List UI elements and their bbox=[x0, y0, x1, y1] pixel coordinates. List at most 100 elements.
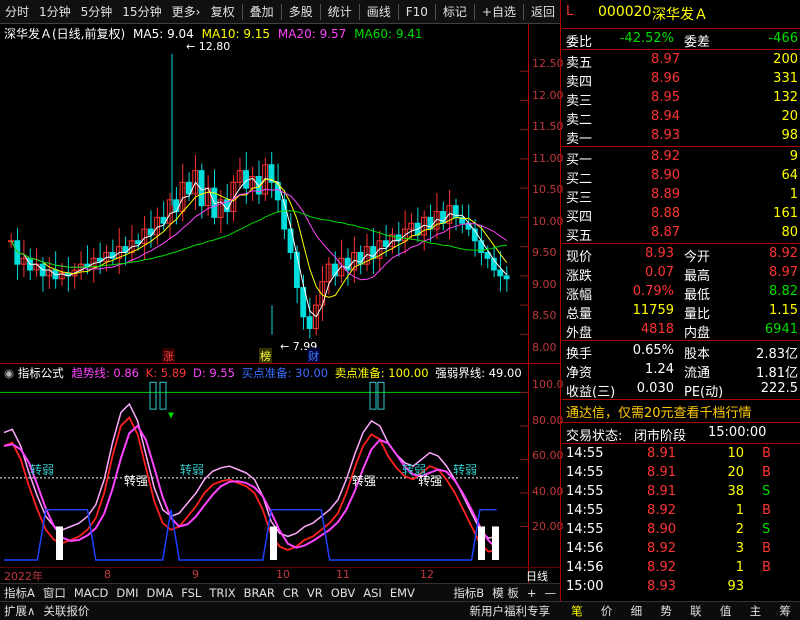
quote-tab[interactable]: 值 bbox=[716, 603, 736, 619]
toolbar-draw[interactable]: 画线 bbox=[362, 0, 396, 24]
toolbar-multi[interactable]: 多股 bbox=[284, 0, 318, 24]
stat-label: 净资 bbox=[566, 366, 593, 381]
price-tick: 8.50 bbox=[532, 309, 557, 322]
indicator-tick: 60.00 bbox=[532, 449, 564, 462]
bid-volume: 64 bbox=[781, 168, 798, 183]
related-quote-button[interactable]: 关联报价 bbox=[39, 603, 93, 619]
bid-volume: 80 bbox=[781, 225, 798, 240]
price-tick: 11.50 bbox=[532, 120, 564, 133]
tick-time: 14:55 bbox=[566, 484, 604, 499]
time-label-12: 12 bbox=[420, 568, 434, 581]
toolbar-overlay[interactable]: 叠加 bbox=[245, 0, 279, 24]
quote-tab[interactable]: 价 bbox=[597, 603, 617, 619]
quote-tab[interactable]: 势 bbox=[656, 603, 676, 619]
flag-finance[interactable]: 财 bbox=[307, 348, 320, 364]
signal-strong-2: 转强 bbox=[352, 474, 377, 488]
bid-row: 买二 8.90 64 bbox=[562, 167, 800, 187]
ma5-label: MA5: 9.04 bbox=[133, 27, 194, 41]
indicator-tab[interactable]: 窗口 bbox=[39, 585, 70, 601]
promo-text[interactable]: 通达信，仅需20元查看千档行情 bbox=[566, 402, 752, 421]
indicator-tab[interactable]: TRIX bbox=[205, 586, 239, 600]
indicator-chart[interactable] bbox=[0, 380, 528, 566]
tick-time: 14:55 bbox=[566, 522, 604, 537]
candle bbox=[255, 160, 262, 204]
flag-limit-up[interactable]: 涨 bbox=[162, 348, 175, 364]
candle bbox=[179, 163, 186, 222]
bid-level: 买五 bbox=[566, 229, 593, 244]
price-axis: 12.50 12.00 11.50 11.00 10.50 10.00 9.50 9.00 8.… bbox=[528, 24, 564, 364]
ask-price: 8.94 bbox=[651, 109, 680, 124]
indicator-tab[interactable]: DMA bbox=[143, 586, 178, 600]
price-tick: 12.50 bbox=[532, 57, 564, 70]
toolbar-more[interactable]: 更多› bbox=[167, 0, 206, 24]
indicator-tab[interactable]: MACD bbox=[70, 586, 112, 600]
tab-right-control[interactable]: 指标B bbox=[449, 585, 488, 601]
quote-tab[interactable]: 主 bbox=[746, 603, 766, 619]
toolbar-add-watchlist[interactable]: +自选 bbox=[477, 0, 521, 24]
indicator-tab[interactable]: ASI bbox=[359, 586, 386, 600]
panel-divider bbox=[0, 363, 560, 364]
tick-time: 15:00 bbox=[566, 579, 604, 594]
indicator-tab[interactable]: VR bbox=[303, 586, 327, 600]
quote-tab[interactable]: 细 bbox=[627, 603, 647, 619]
signal-bar bbox=[492, 526, 499, 560]
toolbar-mark[interactable]: 标记 bbox=[438, 0, 472, 24]
expand-button[interactable]: 扩展∧ bbox=[0, 603, 39, 619]
toolbar-tab-5min[interactable]: 5分钟 bbox=[76, 0, 118, 24]
toolbar-tab-timeshare[interactable]: 分时 bbox=[0, 0, 34, 24]
indicator-tab[interactable]: BRAR bbox=[240, 586, 279, 600]
indicator-tab[interactable]: CR bbox=[279, 586, 303, 600]
ask-row: 卖四 8.96 331 bbox=[562, 70, 800, 90]
indicator-tab[interactable]: DMI bbox=[112, 586, 142, 600]
bid-price: 8.92 bbox=[651, 149, 680, 164]
upgrade-promo[interactable]: 通达信，仅需20元查看千档行情 bbox=[562, 401, 800, 421]
candle bbox=[116, 227, 122, 275]
indicator-menu-icon[interactable]: ◉ bbox=[4, 366, 14, 380]
peak-marker bbox=[369, 381, 377, 410]
weicha-value: -466 bbox=[768, 31, 798, 46]
quote-separator bbox=[562, 243, 800, 244]
stat-label: 现价 bbox=[566, 250, 593, 265]
bid-price: 8.87 bbox=[651, 225, 680, 240]
promo-link[interactable]: 新用户福利专享 bbox=[466, 603, 555, 619]
toolbar-f10[interactable]: F10 bbox=[401, 0, 433, 24]
tab-right-control[interactable]: — bbox=[541, 586, 561, 600]
indicator-tab[interactable]: 指标A bbox=[0, 585, 39, 601]
stat-row: 外盘 4818 内盘 6941 bbox=[562, 321, 800, 341]
status-value: 闭市阶段 bbox=[634, 429, 687, 444]
toolbar-back[interactable]: 返回 bbox=[526, 0, 560, 24]
tick-row: 14:55 8.91 38 S bbox=[562, 483, 800, 502]
indicator-axis: 100.0 80.00 60.00 40.00 20.00 bbox=[528, 364, 564, 568]
stat-value: 222.5 bbox=[760, 381, 798, 396]
quote-separator bbox=[562, 28, 800, 29]
bid-row: 买四 8.88 161 bbox=[562, 205, 800, 225]
tab-right-control[interactable]: 模 板 bbox=[488, 585, 523, 601]
toolbar-stats[interactable]: 统计 bbox=[323, 0, 357, 24]
bid-volume: 161 bbox=[773, 206, 798, 221]
quote-tab[interactable]: 筹 bbox=[775, 603, 795, 619]
bid-row: 买五 8.87 80 bbox=[562, 224, 800, 244]
indicator-tab[interactable]: EMV bbox=[386, 586, 419, 600]
tab-right-control[interactable]: + bbox=[523, 586, 541, 600]
toolbar-adjust[interactable]: 复权 bbox=[206, 0, 240, 24]
price-chart[interactable] bbox=[0, 40, 528, 362]
candle bbox=[128, 224, 135, 263]
stat-label: 涨幅 bbox=[566, 288, 593, 303]
quote-tab[interactable]: 笔 bbox=[567, 603, 587, 619]
toolbar-tab-15min[interactable]: 15分钟 bbox=[117, 0, 166, 24]
indicator-tab[interactable]: OBV bbox=[327, 586, 359, 600]
period-label[interactable]: 日线 bbox=[526, 568, 548, 584]
tick-row: 15:00 8.93 93 bbox=[562, 578, 800, 597]
sell-ready-value: 卖点准备: 100.00 bbox=[334, 366, 429, 380]
stat-value: 8.92 bbox=[769, 246, 798, 261]
quote-tab[interactable]: 联 bbox=[686, 603, 706, 619]
quote-bottom-tabs: 笔价细势联值主筹 bbox=[562, 601, 800, 620]
stat-label: 换手 bbox=[566, 347, 593, 362]
flag-dragon-tiger[interactable]: 榜 bbox=[259, 348, 272, 364]
trade-status-row: 交易状态: 闭市阶段 15:00:00 bbox=[562, 424, 800, 444]
toolbar-tab-1min[interactable]: 1分钟 bbox=[34, 0, 76, 24]
candle bbox=[211, 169, 218, 225]
indicator-name[interactable]: 指标公式 bbox=[18, 366, 64, 380]
indicator-tab[interactable]: FSL bbox=[177, 586, 205, 600]
indicator-tabs: 指标A 窗口 MACD DMI DMA FSL TRIX BRAR CR VR OBV ASI EMV 指… bbox=[0, 583, 560, 601]
